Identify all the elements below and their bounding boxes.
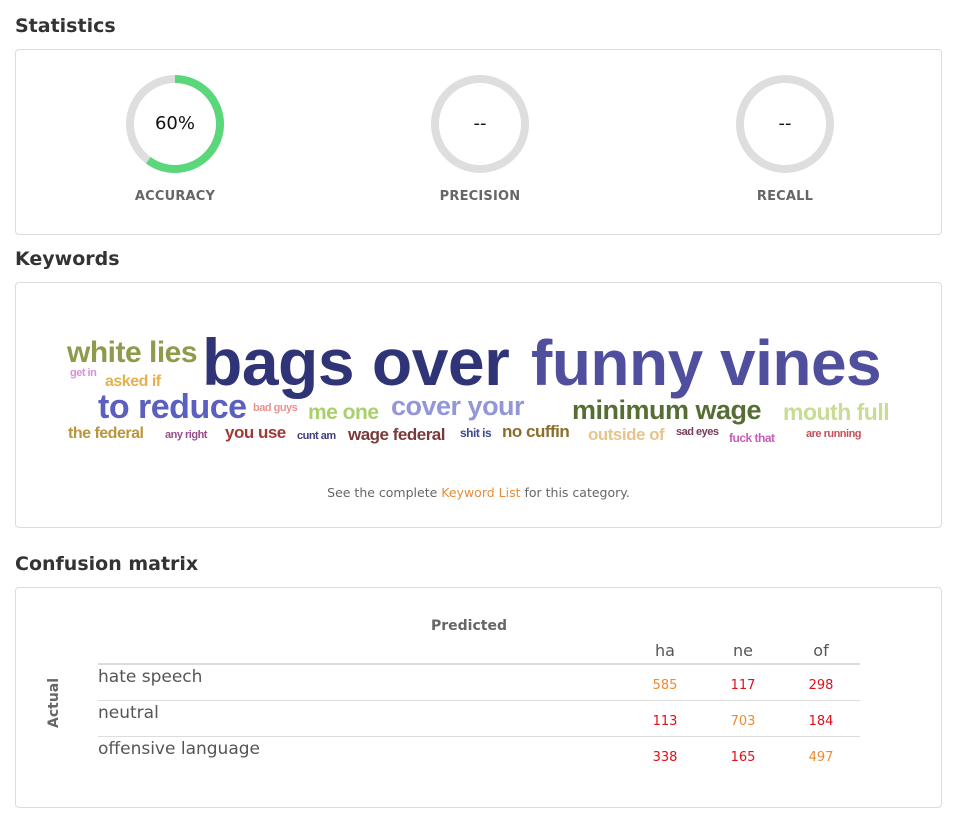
statistics-title: Statistics bbox=[15, 15, 116, 37]
predicted-axis-label: Predicted bbox=[431, 618, 507, 634]
keyword: me one bbox=[308, 401, 379, 424]
keyword: you use bbox=[225, 423, 286, 442]
keyword: get in bbox=[70, 367, 97, 379]
confusion-matrix-table: ha ne of hate speech 585 117 298 neutral… bbox=[98, 638, 860, 772]
keyword: bags over bbox=[202, 325, 510, 399]
matrix-cell: 165 bbox=[730, 750, 756, 765]
keyword: minimum wage bbox=[572, 395, 762, 425]
matrix-cell: 703 bbox=[704, 700, 782, 737]
precision-stat: -- PRECISION bbox=[405, 74, 555, 204]
confusion-matrix-card: Predicted Actual ha ne of hate speech 58… bbox=[15, 587, 942, 808]
keyword: any right bbox=[165, 429, 207, 441]
row-label: hate speech bbox=[98, 664, 626, 701]
accuracy-value: 60% bbox=[154, 113, 195, 134]
matrix-cell: 497 bbox=[808, 750, 834, 765]
matrix-cell: 338 bbox=[652, 750, 678, 765]
actual-axis-label: Actual bbox=[46, 677, 62, 728]
keyword: mouth full bbox=[783, 399, 890, 425]
confusion-matrix-title: Confusion matrix bbox=[15, 553, 199, 575]
keyword: are running bbox=[806, 428, 862, 440]
matrix-row: offensive language 338 165 497 bbox=[98, 737, 860, 773]
keyword-note-prefix: See the complete bbox=[327, 485, 442, 500]
matrix-cell: 585 bbox=[626, 664, 704, 701]
keyword: bad guys bbox=[253, 402, 298, 414]
matrix-row: hate speech 585 117 298 bbox=[98, 664, 860, 701]
precision-label: PRECISION bbox=[439, 189, 521, 204]
matrix-cell: 184 bbox=[782, 700, 860, 737]
keyword-note-suffix: for this category. bbox=[520, 485, 630, 500]
recall-value: -- bbox=[778, 113, 792, 134]
accuracy-label: ACCURACY bbox=[134, 189, 216, 204]
keywords-card: white lies bags over funny vines get in … bbox=[15, 282, 942, 528]
matrix-row: neutral 113 703 184 bbox=[98, 700, 860, 737]
keyword: sad eyes bbox=[676, 426, 719, 438]
keyword: funny vines bbox=[531, 327, 882, 399]
precision-gauge: -- bbox=[430, 74, 530, 174]
keyword: wage federal bbox=[348, 425, 446, 444]
keyword: fuck that bbox=[729, 431, 775, 445]
keyword-list-link[interactable]: Keyword List bbox=[441, 485, 520, 500]
keyword: white lies bbox=[67, 336, 198, 369]
row-label: offensive language bbox=[98, 739, 260, 759]
matrix-cell: 113 bbox=[626, 700, 704, 737]
column-header: of bbox=[782, 638, 860, 665]
column-header: ne bbox=[704, 638, 782, 665]
keyword: cunt am bbox=[297, 430, 336, 442]
recall-label: RECALL bbox=[756, 189, 814, 204]
recall-gauge: -- bbox=[735, 74, 835, 174]
statistics-card: 60% ACCURACY -- PRECISION -- RECALL bbox=[15, 49, 942, 235]
precision-value: -- bbox=[473, 113, 487, 134]
column-header-row: ha ne of bbox=[98, 638, 860, 665]
matrix-cell: 117 bbox=[704, 664, 782, 701]
row-label: neutral bbox=[98, 700, 626, 737]
corner-cell bbox=[98, 638, 626, 665]
keyword: cover your bbox=[391, 391, 525, 421]
keyword-list-note: See the complete Keyword List for this c… bbox=[16, 485, 941, 500]
keyword: the federal bbox=[68, 425, 144, 442]
column-header: ha bbox=[626, 638, 704, 665]
accuracy-gauge: 60% bbox=[125, 74, 225, 174]
matrix-cell: 298 bbox=[782, 664, 860, 701]
keyword: no cuffin bbox=[502, 422, 570, 441]
keyword: outside of bbox=[588, 425, 665, 444]
recall-stat: -- RECALL bbox=[710, 74, 860, 204]
keyword: shit is bbox=[460, 426, 492, 440]
keyword: to reduce bbox=[98, 388, 247, 426]
accuracy-stat: 60% ACCURACY bbox=[100, 74, 250, 204]
keywords-title: Keywords bbox=[15, 248, 120, 270]
word-cloud: white lies bags over funny vines get in … bbox=[16, 283, 941, 483]
